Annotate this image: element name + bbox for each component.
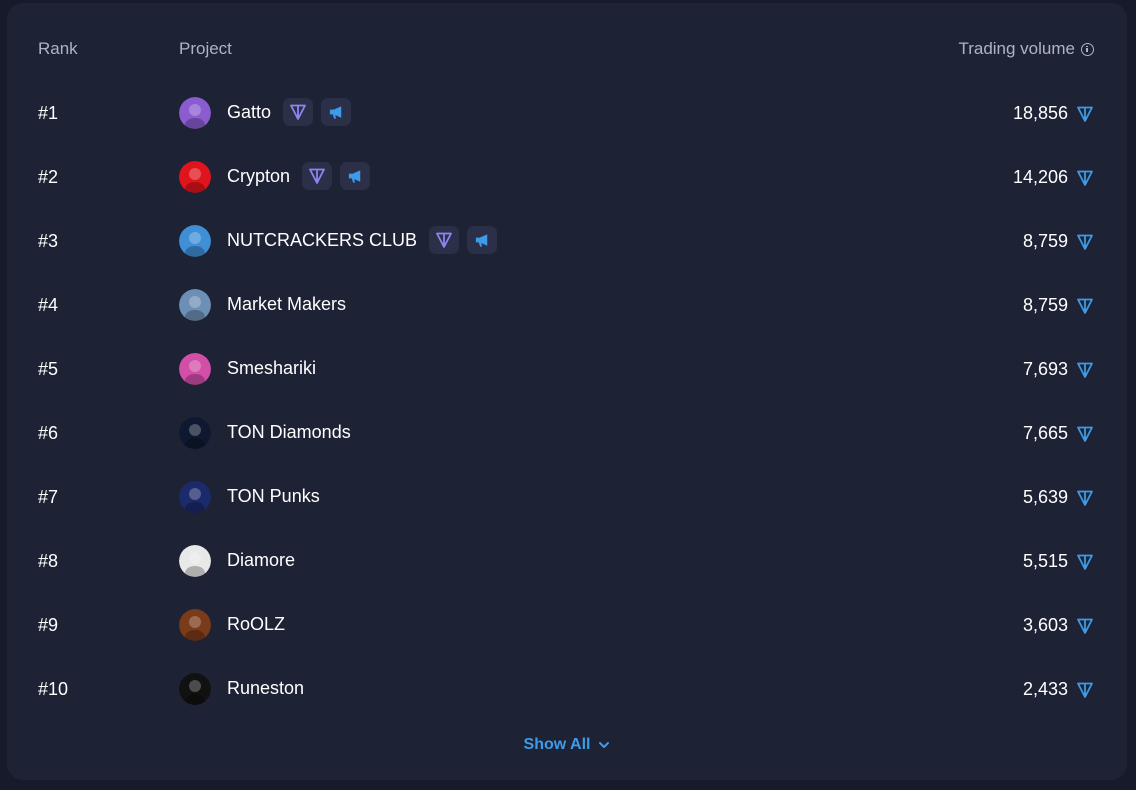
rank-cell: #6 xyxy=(38,423,59,443)
project-avatar xyxy=(179,673,211,705)
ton-icon xyxy=(1076,297,1094,315)
volume-cell: 14,206 xyxy=(1013,167,1094,188)
ton-verified-badge-icon xyxy=(302,162,333,190)
rank-cell: #9 xyxy=(38,615,59,635)
volume-value: 18,856 xyxy=(1012,103,1068,123)
project-name[interactable]: Diamore xyxy=(227,550,295,571)
table-row[interactable]: #8 Diamore 5,515 xyxy=(7,528,1127,592)
volume-value: 5,639 xyxy=(1022,487,1068,507)
table-row[interactable]: #4 Market Makers 8,759 xyxy=(7,272,1127,336)
rank-cell: #4 xyxy=(38,295,59,315)
show-all-button[interactable]: Show All xyxy=(7,736,1127,754)
volume-cell: 8,759 xyxy=(1023,231,1094,252)
table-row[interactable]: #5 Smeshariki 7,693 xyxy=(7,336,1127,400)
volume-value: 7,665 xyxy=(1022,423,1068,443)
table-row[interactable]: #1 Gatto 18,856 xyxy=(7,80,1127,144)
volume-value: 8,759 xyxy=(1022,295,1068,315)
ton-icon xyxy=(1076,361,1094,379)
project-cell: NUTCRACKERS CLUB xyxy=(227,224,498,256)
ton-icon xyxy=(1076,233,1094,251)
megaphone-icon xyxy=(321,98,352,126)
volume-cell: 5,639 xyxy=(1023,487,1094,508)
project-cell: TON Punks xyxy=(227,480,324,512)
volume-value: 2,433 xyxy=(1022,679,1068,699)
volume-value: 5,515 xyxy=(1022,551,1068,571)
project-avatar xyxy=(179,417,211,449)
volume-cell: 7,693 xyxy=(1023,359,1094,380)
table-row[interactable]: #2 Crypton 14,206 xyxy=(7,144,1127,208)
ton-icon xyxy=(1076,425,1094,443)
project-cell: Runeston xyxy=(227,672,308,704)
project-name[interactable]: Market Makers xyxy=(227,294,346,315)
rank-cell: #5 xyxy=(38,359,59,379)
ton-icon xyxy=(1076,105,1094,123)
volume-value: 7,693 xyxy=(1022,359,1068,379)
project-name[interactable]: TON Diamonds xyxy=(227,422,351,443)
project-name[interactable]: RoOLZ xyxy=(227,614,285,635)
project-avatar xyxy=(179,545,211,577)
ton-icon xyxy=(1076,169,1094,187)
project-cell: Diamore xyxy=(227,544,299,576)
table-row[interactable]: #3 NUTCRACKERS CLUB 8,759 xyxy=(7,208,1127,272)
volume-column-header: Trading volume xyxy=(958,39,1094,59)
rank-cell: #2 xyxy=(38,167,59,187)
project-cell: Crypton xyxy=(227,160,371,192)
table-row[interactable]: #10 Runeston 2,433 xyxy=(7,656,1127,720)
rank-cell: #3 xyxy=(38,231,59,251)
ton-verified-badge-icon xyxy=(429,226,460,254)
table-row[interactable]: #6 TON Diamonds 7,665 xyxy=(7,400,1127,464)
project-cell: Gatto xyxy=(227,96,352,128)
project-avatar xyxy=(179,609,211,641)
info-icon[interactable] xyxy=(1081,42,1094,56)
project-avatar xyxy=(179,97,211,129)
volume-cell: 5,515 xyxy=(1023,551,1094,572)
volume-cell: 18,856 xyxy=(1013,103,1094,124)
show-all-label: Show All xyxy=(523,736,591,753)
project-cell: Smeshariki xyxy=(227,352,320,384)
project-cell: RoOLZ xyxy=(227,608,289,640)
rank-column-header: Rank xyxy=(38,39,78,58)
chevron-down-icon xyxy=(599,742,610,748)
volume-cell: 3,603 xyxy=(1023,615,1094,636)
rank-cell: #8 xyxy=(38,551,59,571)
megaphone-icon xyxy=(467,226,498,254)
volume-cell: 8,759 xyxy=(1023,295,1094,316)
project-name[interactable]: NUTCRACKERS CLUB xyxy=(227,230,417,251)
project-name[interactable]: TON Punks xyxy=(227,486,320,507)
volume-cell: 2,433 xyxy=(1023,679,1094,700)
table-row[interactable]: #9 RoOLZ 3,603 xyxy=(7,592,1127,656)
ton-icon xyxy=(1076,553,1094,571)
project-name[interactable]: Crypton xyxy=(227,166,290,187)
ton-icon xyxy=(1076,617,1094,635)
ranking-list: #1 Gatto 18,856 #2 Crypton 14,206 #3 NUTCRACKER… xyxy=(7,80,1127,720)
volume-value: 8,759 xyxy=(1022,231,1068,251)
ton-icon xyxy=(1076,681,1094,699)
megaphone-icon xyxy=(340,162,371,190)
rank-cell: #10 xyxy=(38,679,69,699)
project-cell: Market Makers xyxy=(227,288,350,320)
rank-cell: #7 xyxy=(38,487,59,507)
project-avatar xyxy=(179,161,211,193)
volume-value: 3,603 xyxy=(1022,615,1068,635)
project-name[interactable]: Gatto xyxy=(227,102,271,123)
ranking-card: Rank Project Trading volume #1 Gatto 18,85… xyxy=(7,3,1127,780)
rank-cell: #1 xyxy=(38,103,59,123)
project-avatar xyxy=(179,225,211,257)
volume-value: 14,206 xyxy=(1012,167,1068,187)
project-avatar xyxy=(179,353,211,385)
project-avatar xyxy=(179,289,211,321)
table-row[interactable]: #7 TON Punks 5,639 xyxy=(7,464,1127,528)
project-cell: TON Diamonds xyxy=(227,416,355,448)
ton-verified-badge-icon xyxy=(283,98,314,126)
volume-column-label: Trading volume xyxy=(958,39,1075,58)
ton-icon xyxy=(1076,489,1094,507)
project-avatar xyxy=(179,481,211,513)
project-name[interactable]: Runeston xyxy=(227,678,304,699)
volume-cell: 7,665 xyxy=(1023,423,1094,444)
project-name[interactable]: Smeshariki xyxy=(227,358,316,379)
project-column-header: Project xyxy=(179,39,232,58)
